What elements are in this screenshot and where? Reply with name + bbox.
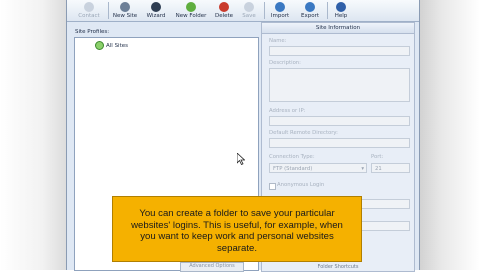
remote-directory-field[interactable] — [269, 138, 410, 148]
name-label: Name: — [269, 38, 287, 44]
save-button[interactable]: Save — [239, 0, 259, 21]
right-backdrop — [418, 0, 480, 270]
anonymous-login-checkbox[interactable] — [269, 183, 276, 190]
contact-button[interactable]: Contact — [73, 0, 105, 21]
advanced-options-button[interactable]: Advanced Options — [180, 262, 244, 272]
new-folder-icon — [186, 2, 196, 12]
remote-directory-label: Default Remote Directory: — [269, 130, 338, 136]
site-information-header: Site Information — [262, 23, 414, 34]
connection-type-label: Connection Type: — [269, 154, 315, 160]
connection-type-select[interactable]: FTP (Standard) ▾ — [269, 163, 367, 173]
new-site-icon — [120, 2, 130, 12]
address-label: Address or IP: — [269, 108, 306, 114]
export-button[interactable]: Export — [297, 0, 323, 21]
tree-item-all-sites[interactable]: All Sites — [95, 41, 128, 50]
address-field[interactable] — [269, 116, 410, 126]
tutorial-caption: You can create a folder to save your par… — [112, 196, 362, 262]
toolbar: Contact New Site Wizard New Folder Delet… — [67, 0, 419, 22]
site-profiles-label: Site Profiles: — [75, 29, 110, 35]
new-folder-button[interactable]: New Folder — [173, 0, 209, 21]
port-label: Port: — [371, 154, 384, 160]
wizard-button[interactable]: Wizard — [143, 0, 169, 21]
name-field[interactable] — [269, 46, 410, 56]
port-field[interactable]: 21 — [371, 163, 410, 173]
globe-icon — [95, 41, 104, 50]
delete-icon — [219, 2, 229, 12]
new-site-button[interactable]: New Site — [111, 0, 139, 21]
mouse-cursor-icon — [237, 153, 245, 165]
help-button[interactable]: Help — [330, 0, 352, 21]
toolbar-separator — [327, 2, 328, 19]
import-button[interactable]: Import — [267, 0, 293, 21]
description-field[interactable] — [269, 68, 410, 102]
save-icon — [244, 2, 254, 12]
toolbar-separator — [108, 2, 109, 19]
left-backdrop — [0, 0, 70, 270]
description-label: Description: — [269, 60, 301, 66]
wizard-icon — [151, 2, 161, 12]
export-icon — [305, 2, 315, 12]
anonymous-login-label: Anonymous Login — [277, 182, 325, 188]
import-icon — [275, 2, 285, 12]
help-icon — [336, 2, 346, 12]
chevron-down-icon: ▾ — [361, 166, 364, 172]
delete-button[interactable]: Delete — [213, 0, 235, 21]
contact-icon — [84, 2, 94, 12]
toolbar-separator — [264, 2, 265, 19]
